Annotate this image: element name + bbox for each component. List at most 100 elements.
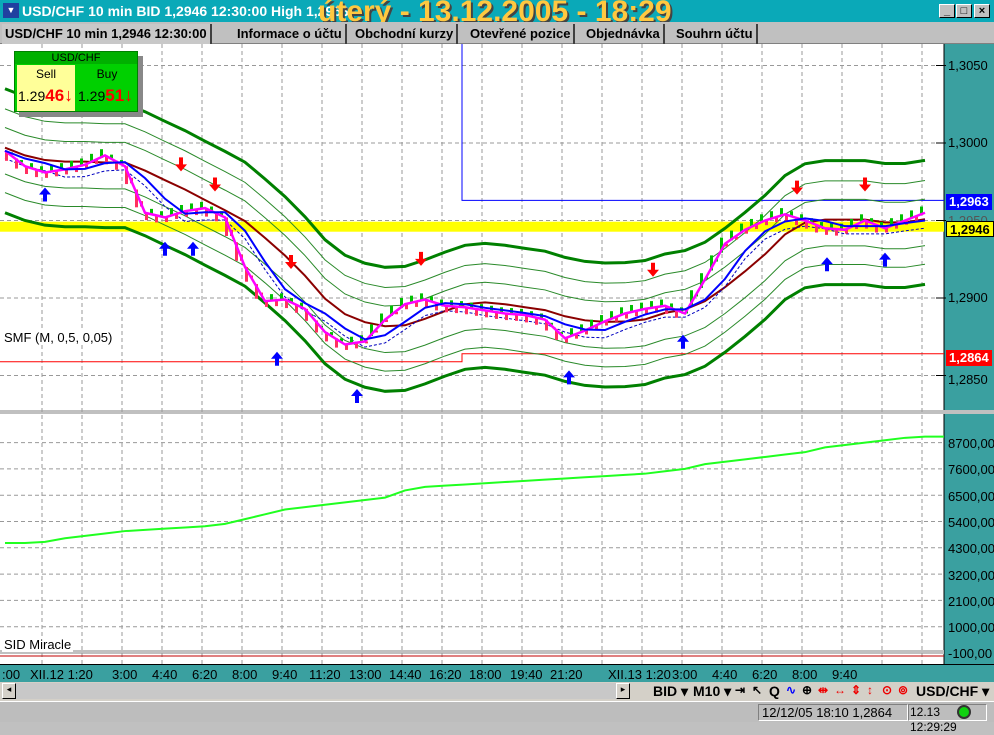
down-arrow-icon: ↓ — [124, 85, 134, 105]
high-price-line — [461, 44, 944, 201]
trend-line-dotted — [4, 158, 926, 348]
indicator-tick: 4300,00 — [948, 541, 994, 557]
buy-price-prefix: 1.29 — [78, 88, 106, 104]
indicator-icon[interactable]: ∿ — [786, 683, 796, 697]
indicator-tick: -100,00 — [948, 646, 993, 662]
price-tick: 1,2850 — [948, 372, 988, 387]
buy-signal-arrow-icon — [879, 252, 891, 267]
low-price-tag: 1,2864 — [946, 350, 992, 366]
tab-account-info[interactable]: Informace o účtu — [234, 24, 347, 44]
price-panel-label: SMF (M, 0,5, 0,05) — [2, 330, 115, 345]
indicator-tick: 8700,00 — [948, 436, 994, 451]
buy-label: Buy — [96, 67, 118, 81]
minimize-button[interactable]: _ — [939, 4, 955, 18]
buy-signal-arrow-icon — [821, 257, 833, 272]
time-tick: 13:00 — [349, 667, 382, 682]
price-line — [4, 149, 926, 346]
time-axis: :00 XII.12 1:20 3:00 4:40 6:20 8:00 9:40 11:20 1… — [0, 664, 994, 682]
indicator-tick: 3200,00 — [948, 567, 994, 583]
high-price-tag: 1,2963 — [946, 194, 992, 210]
buy-price-pips: 51 — [105, 86, 125, 105]
indicator-tick: 1000,00 — [948, 620, 994, 636]
scroll-to-end-icon[interactable]: ⇥ — [735, 683, 745, 697]
compress-horizontal-icon[interactable]: ⇹ — [818, 683, 828, 697]
window-title: USD/CHF 10 min BID 1,2946 12:30:00 High … — [22, 3, 349, 19]
time-tick: XII.13 1:20 — [608, 667, 671, 682]
time-tick: XII.12 1:20 — [30, 667, 93, 682]
sell-price-pips: 46 — [45, 86, 65, 105]
title-bar: ▼ USD/CHF 10 min BID 1,2946 12:30:00 Hig… — [0, 0, 994, 28]
expand-vertical-icon[interactable]: ⇕ — [851, 683, 861, 697]
time-tick: 6:20 — [752, 667, 778, 682]
quote-symbol: USD/CHF — [15, 52, 137, 64]
price-type-dropdown[interactable]: BID ▾ — [653, 683, 688, 700]
maximize-button[interactable]: □ — [956, 4, 972, 18]
sell-label: Sell — [35, 67, 56, 81]
toolbar: ◂ ▸ BID ▾ M10 ▾ ⇥ ↖ Q ∿ ⊕ ⇹ ↔ ⇕ ↕ ⊙ ⊚ US… — [0, 682, 994, 701]
time-tick: 4:40 — [712, 667, 738, 682]
time-tick: 8:00 — [232, 667, 258, 682]
time-tick: 6:20 — [192, 667, 218, 682]
symbol-dropdown[interactable]: USD/CHF ▾ — [916, 683, 989, 700]
time-tick: 14:40 — [389, 667, 422, 682]
tab-chart[interactable]: USD/CHF 10 min 1,2946 12:30:00 — [2, 24, 212, 44]
app-logo-icon: ▼ — [3, 3, 19, 18]
tab-trading-rates[interactable]: Obchodní kurzy — [352, 24, 459, 44]
tab-order[interactable]: Objednávka — [583, 24, 665, 44]
indicator-line — [5, 435, 944, 545]
down-arrow-icon: ↓ — [64, 85, 74, 105]
price-tick: 1,3050 — [948, 58, 988, 73]
time-tick: 8:00 — [792, 667, 818, 682]
indicator-tick: 5400,00 — [948, 514, 994, 530]
sell-button[interactable]: Sell 1.2946↓ — [17, 65, 75, 111]
panel-splitter — [0, 410, 994, 414]
band-mid-upper — [4, 108, 926, 288]
price-tick: 1,3000 — [948, 135, 988, 150]
scroll-left-button[interactable]: ◂ — [2, 683, 16, 699]
time-tick: 16:20 — [429, 667, 462, 682]
chart-canvas[interactable] — [0, 44, 994, 664]
buy-signal-arrow-icon — [351, 389, 363, 403]
chart-area[interactable] — [0, 44, 994, 664]
quote-widget: USD/CHF Sell 1.2946↓ Buy 1.2951↓ — [14, 51, 138, 112]
buy-signal-arrow-icon — [271, 351, 283, 366]
time-tick: :00 — [2, 667, 21, 682]
clock: 12.13 12:29:29 — [908, 704, 987, 734]
zoom-out-icon[interactable]: ⊚ — [898, 683, 908, 697]
zoom-in-icon[interactable]: ⊙ — [882, 683, 892, 697]
time-tick: 3:00 — [112, 667, 138, 682]
horizontal-scrollbar[interactable] — [16, 683, 616, 699]
sell-signal-arrow-icon — [647, 262, 659, 277]
quote-button[interactable]: Q — [769, 683, 780, 699]
scroll-right-button[interactable]: ▸ — [616, 683, 630, 699]
time-tick: 18:00 — [469, 667, 502, 682]
zoom-icon[interactable]: ⊕ — [802, 683, 812, 697]
timeframe-dropdown[interactable]: M10 ▾ — [693, 683, 731, 700]
compress-vertical-icon[interactable]: ↕ — [867, 683, 873, 697]
price-tick: 1,2900 — [948, 290, 988, 305]
tab-open-positions[interactable]: Otevřené pozice — [467, 24, 576, 44]
band-outer-lower — [4, 211, 926, 393]
time-tick: 21:20 — [550, 667, 583, 682]
time-tick: 4:40 — [152, 667, 178, 682]
buy-signal-arrow-icon — [187, 241, 199, 256]
expand-horizontal-icon[interactable]: ↔ — [834, 683, 846, 697]
time-tick: 9:40 — [272, 667, 298, 682]
time-tick: 19:40 — [510, 667, 543, 682]
current-price-tag: 1,2946 — [946, 221, 994, 237]
indicator-tick: 6500,00 — [948, 488, 994, 504]
time-tick: 11:20 — [309, 667, 341, 682]
indicator-tick: 7600,00 — [948, 462, 994, 478]
time-tick: 9:40 — [832, 667, 858, 682]
band-outer-upper — [4, 87, 926, 269]
buy-button[interactable]: Buy 1.2951↓ — [77, 65, 137, 111]
sell-price-prefix: 1.29 — [18, 88, 46, 104]
time-tick: 3:00 — [672, 667, 698, 682]
close-button[interactable]: × — [974, 4, 990, 18]
last-bar-status: 12/12/05 18:10 1,2864 — [758, 704, 908, 721]
tab-account-summary[interactable]: Souhrn účtu — [673, 24, 758, 44]
connection-status-icon — [957, 705, 971, 719]
indicator-tick: 2100,00 — [948, 593, 994, 609]
tab-bar: USD/CHF 10 min 1,2946 12:30:00 Informace… — [0, 22, 994, 44]
cursor-icon[interactable]: ↖ — [752, 683, 762, 697]
